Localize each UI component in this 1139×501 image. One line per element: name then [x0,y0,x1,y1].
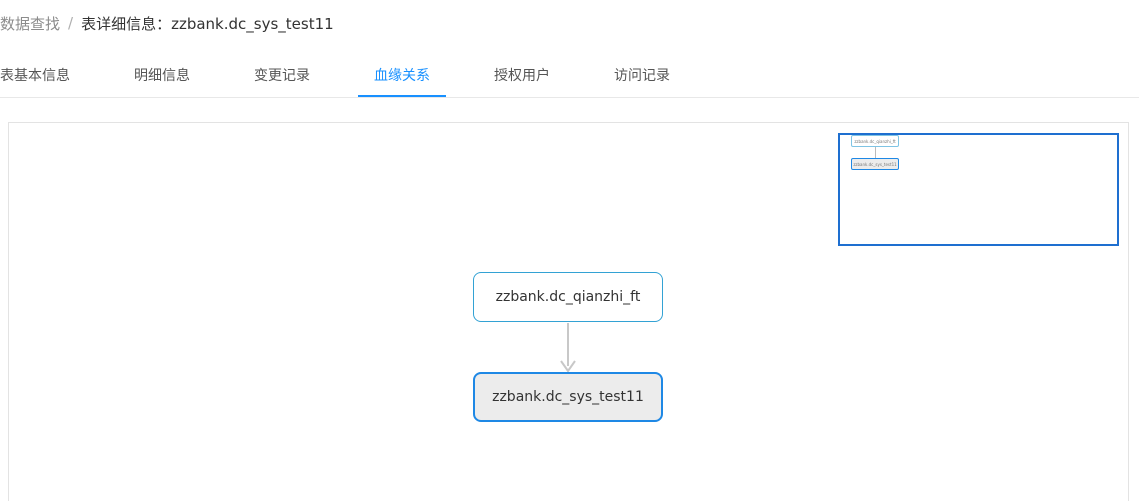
tab-detail-info[interactable]: 明细信息 [134,56,190,97]
breadcrumb: 数据查找 / 表详细信息：zzbank.dc_sys_test11 [0,10,334,36]
tab-lineage[interactable]: 血缘关系 [358,56,446,97]
tab-access-log[interactable]: 访问记录 [614,56,670,97]
breadcrumb-root-link[interactable]: 数据查找 [0,13,60,34]
tab-bar: 表基本信息 明细信息 变更记录 血缘关系 授权用户 访问记录 [0,56,1139,98]
upstream-table-node[interactable]: zzbank.dc_qianzhi_ft [473,272,663,322]
page-title: 表详细信息：zzbank.dc_sys_test11 [81,14,334,33]
page: 数据查找 / 表详细信息：zzbank.dc_sys_test11 表基本信息 … [0,0,1139,501]
tab-basic-info[interactable]: 表基本信息 [0,56,70,97]
minimap-edge [875,147,876,158]
lineage-graph-canvas[interactable]: zzbank.dc_qianzhi_ft zzbank.dc_sys_test1… [8,122,1129,501]
current-table-node[interactable]: zzbank.dc_sys_test11 [473,372,663,422]
breadcrumb-separator: / [68,14,74,32]
tab-change-log[interactable]: 变更记录 [254,56,310,97]
minimap-upstream-node: zzbank.dc_qianzhi_ft [851,135,899,147]
minimap-current-node: zzbank.dc_sys_test11 [851,158,899,170]
tab-authorized-users[interactable]: 授权用户 [494,56,550,97]
minimap[interactable]: zzbank.dc_qianzhi_ft zzbank.dc_sys_test1… [838,133,1119,246]
